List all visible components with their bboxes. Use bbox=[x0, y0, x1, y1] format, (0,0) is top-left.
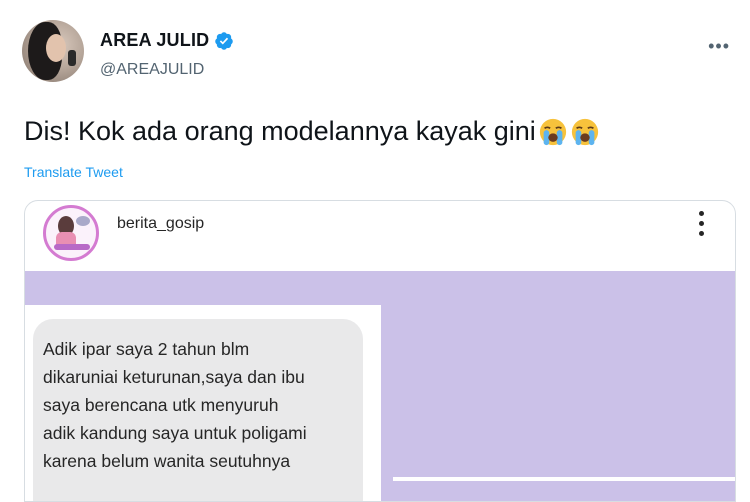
chat-line: adik kandung saya untuk poligami bbox=[43, 423, 307, 443]
author-display-name[interactable]: AREA JULID bbox=[100, 30, 209, 51]
author-avatar[interactable] bbox=[22, 20, 84, 82]
loudly-crying-face-icon bbox=[539, 118, 566, 145]
embedded-image-card[interactable]: berita_gosip Adik ipar saya 2 tahun blm … bbox=[24, 200, 736, 502]
purple-strip bbox=[393, 477, 735, 481]
embedded-username: berita_gosip bbox=[117, 215, 205, 232]
verified-badge-icon bbox=[215, 31, 234, 50]
translate-tweet-link[interactable]: Translate Tweet bbox=[24, 164, 123, 180]
chat-line: karena belum wanita seutuhnya bbox=[43, 451, 291, 471]
author-name-row: AREA JULID bbox=[100, 30, 234, 51]
tweet-text: Dis! Kok ada orang modelannya kayak gini bbox=[24, 116, 600, 147]
chat-line: Adik ipar saya 2 tahun blm bbox=[43, 339, 250, 359]
tweet-text-content: Dis! Kok ada orang modelannya kayak gini bbox=[24, 116, 536, 146]
chat-line: dikaruniai keturunan,saya dan ibu bbox=[43, 367, 305, 387]
more-horizontal-icon[interactable]: ••• bbox=[708, 36, 730, 57]
tweet: AREA JULID @AREAJULID ••• Dis! Kok ada o… bbox=[0, 0, 750, 502]
more-vertical-icon bbox=[699, 211, 705, 241]
author-handle[interactable]: @AREAJULID bbox=[100, 61, 204, 79]
chat-line: saya berencana utk menyuruh bbox=[43, 395, 279, 415]
chat-message: Adik ipar saya 2 tahun blm dikaruniai ke… bbox=[43, 335, 363, 475]
embedded-account-avatar bbox=[43, 205, 99, 261]
loudly-crying-face-icon bbox=[571, 118, 598, 145]
